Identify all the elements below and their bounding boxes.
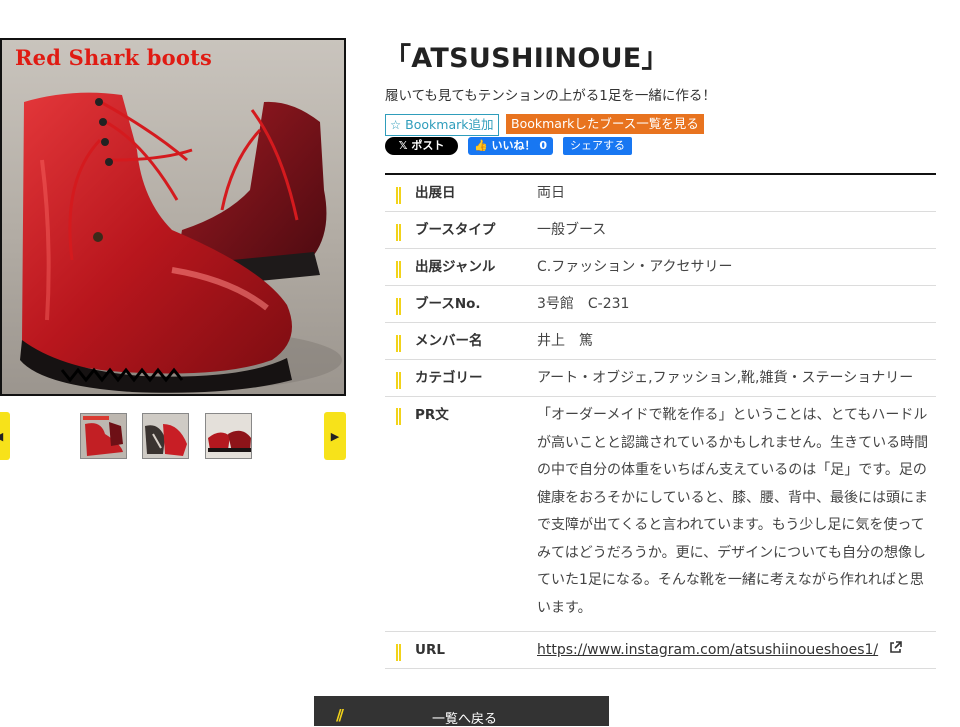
info-row-booth-type: ブースタイプ 一般ブース — [385, 212, 936, 249]
booth-tagline: 履いても見てもテンションの上がる1足を一緒に作る！ — [385, 88, 716, 104]
info-label: 出展日 — [415, 185, 456, 201]
info-value: 井上 篤 — [537, 333, 593, 349]
x-post-button[interactable]: 𝕏 ポスト — [385, 137, 458, 155]
double-bar-icon — [396, 372, 401, 389]
thumbnail-1[interactable] — [80, 413, 127, 459]
instagram-link[interactable]: https://www.instagram.com/atsushiinouesh… — [537, 642, 878, 658]
external-link-icon[interactable] — [889, 632, 902, 668]
info-value: https://www.instagram.com/atsushiinouesh… — [537, 632, 936, 668]
red-boots-image — [20, 92, 342, 393]
pr-line: ていた1足になる。そんな靴を一緒に考えながら作れればと思 — [537, 572, 924, 588]
info-label: メンバー名 — [415, 333, 483, 349]
carousel-prev-button[interactable]: ◀ — [0, 412, 10, 460]
pr-line: で支障が出てくると言われています。もう少し足に気を使って — [537, 517, 925, 533]
thumbnail-3[interactable] — [205, 413, 252, 459]
pr-line: みてはどうだろうか。更に、デザインについても自分の想像し — [537, 544, 927, 561]
info-label: 出展ジャンル — [415, 259, 496, 275]
double-bar-icon — [396, 298, 401, 315]
info-label: ブースNo. — [415, 296, 481, 312]
booth-info-table: 出展日 両日 ブースタイプ 一般ブース 出展ジャンル C.ファッション・アクセサ… — [385, 173, 936, 669]
info-label: カテゴリー — [415, 370, 483, 386]
back-to-list-button[interactable]: // 一覧へ戻る — [314, 696, 609, 727]
facebook-like-button[interactable]: 👍 いいね！ 0 — [468, 137, 553, 155]
double-bar-icon — [396, 261, 401, 278]
info-value: 3号館 C-231 — [537, 296, 630, 312]
bookmark-add-button[interactable]: ☆ Bookmark追加 — [385, 114, 499, 136]
booth-title: 「ATSUSHIINOUE」 — [384, 43, 669, 74]
info-value: 両日 — [537, 185, 565, 201]
info-row-category: カテゴリー アート・オブジェ,ファッション,靴,雑貨・ステーショナリー — [385, 360, 936, 397]
info-row-genre: 出展ジャンル C.ファッション・アクセサリー — [385, 249, 936, 286]
photo-caption: Red Shark boots — [15, 45, 212, 70]
facebook-share-button[interactable]: シェアする — [563, 137, 632, 155]
double-bar-icon — [396, 335, 401, 352]
thumbnail-3-image — [206, 414, 251, 458]
double-chevron-left-icon: // — [336, 706, 344, 724]
double-bar-icon — [396, 187, 401, 204]
chevron-right-icon: ▶ — [330, 429, 340, 443]
info-row-url: URL https://www.instagram.com/atsushiino… — [385, 632, 936, 669]
thumbnail-1-image — [81, 414, 126, 458]
double-bar-icon — [396, 224, 401, 241]
pr-line: の中で自分の体重をいちばん支えているのは「足」です。足の — [537, 462, 927, 478]
thumbnail-2[interactable] — [142, 413, 189, 459]
info-label: PR文 — [415, 407, 449, 423]
info-value: 一般ブース — [537, 222, 607, 238]
double-bar-icon — [396, 644, 401, 661]
bookmark-list-button[interactable]: Bookmarkしたブース一覧を見る — [506, 114, 704, 134]
info-row-member: メンバー名 井上 篤 — [385, 323, 936, 360]
carousel-next-button[interactable]: ▶ — [324, 412, 346, 460]
pr-line: います。 — [537, 599, 592, 616]
chevron-left-icon: ◀ — [0, 430, 3, 443]
thumbnail-carousel: ◀ ▶ — [0, 412, 348, 460]
info-label: URL — [415, 642, 445, 658]
info-row-date: 出展日 両日 — [385, 175, 936, 212]
external-link-icon-glyph — [889, 641, 902, 653]
info-value: アート・オブジェ,ファッション,靴,雑貨・ステーショナリー — [537, 370, 914, 386]
info-row-booth-no: ブースNo. 3号館 C-231 — [385, 286, 936, 323]
info-row-pr: PR文 「オーダーメイドで靴を作る」ということは、とてもハードル が高いことと認… — [385, 397, 936, 632]
pr-line: 健康をおろそかにしていると、膝、腰、背中、最後には頭にま — [537, 489, 929, 506]
back-to-list-label: 一覧へ戻る — [432, 712, 498, 727]
pr-line: が高いことと認識されているかもしれません。生きている時間 — [537, 434, 929, 451]
info-label: ブースタイプ — [415, 222, 496, 238]
product-photo: Red Shark boots — [0, 38, 346, 396]
pr-text: 「オーダーメイドで靴を作る」ということは、とてもハードル が高いことと認識されて… — [537, 397, 936, 631]
double-bar-icon — [396, 408, 401, 425]
info-value: C.ファッション・アクセサリー — [537, 259, 733, 275]
thumbnail-2-image — [143, 414, 188, 458]
pr-line: 「オーダーメイドで靴を作る」ということは、とてもハードル — [537, 407, 928, 423]
